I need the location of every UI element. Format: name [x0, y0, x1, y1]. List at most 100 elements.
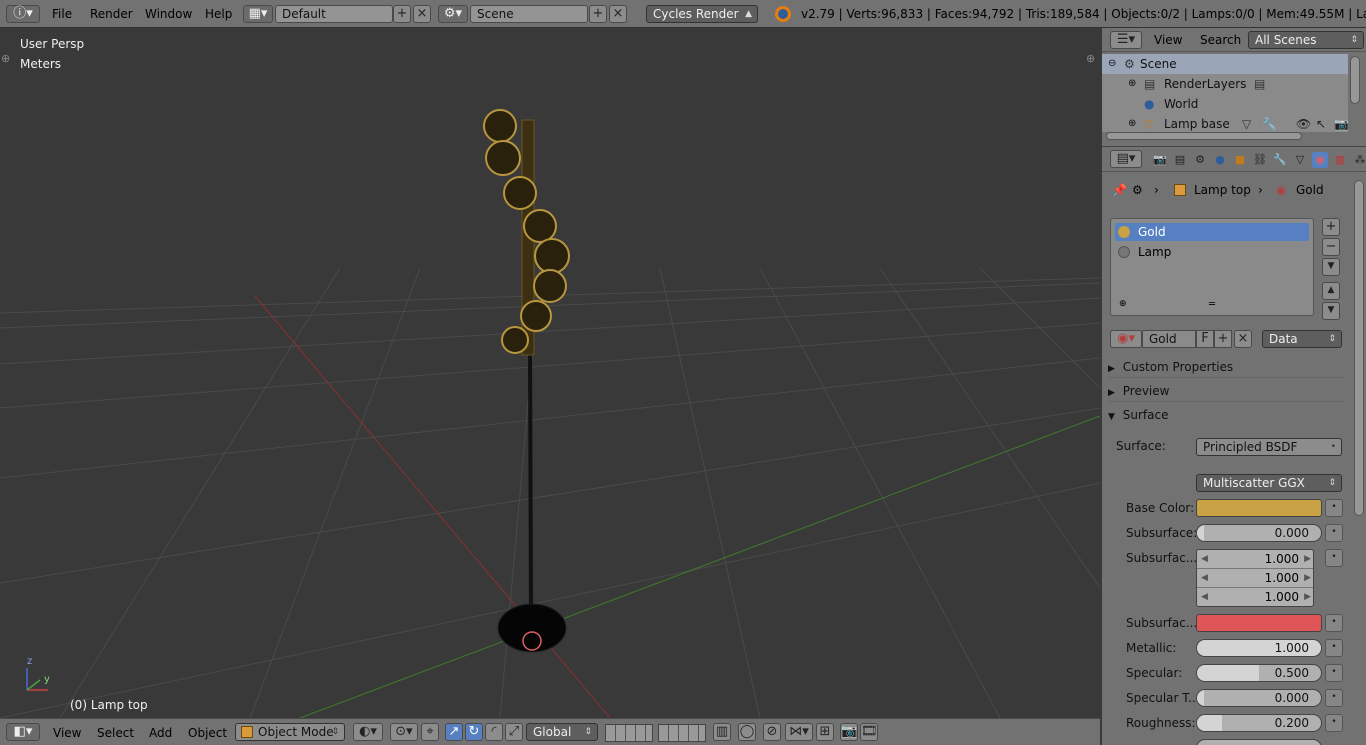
lamp-bulb[interactable]	[523, 209, 557, 243]
material-slot-list[interactable]: Gold Lamp ═ ⊕	[1110, 218, 1314, 316]
socket-link-icon[interactable]: •	[1325, 614, 1343, 632]
properties-editor-type-icon[interactable]: ▤▾	[1110, 150, 1142, 168]
screen-layout-icon[interactable]: ▦▾	[243, 5, 273, 23]
socket-link-icon[interactable]: •	[1325, 524, 1343, 542]
visibility-eye-icon[interactable]: 👁	[1296, 114, 1311, 132]
render-animation-icon[interactable]: 🎞	[860, 723, 878, 741]
metallic-slider[interactable]: 1.000	[1196, 639, 1322, 657]
collapse-icon[interactable]: ⊖	[1108, 54, 1116, 74]
list-filter-icon[interactable]: ⊕	[1119, 299, 1127, 309]
snap-toggle-icon[interactable]: ⊘	[763, 723, 781, 741]
menu-help[interactable]: Help	[205, 4, 232, 24]
socket-link-icon[interactable]: •	[1325, 549, 1343, 567]
outliner-hscrollbar[interactable]	[1106, 132, 1302, 140]
lamp-bulb[interactable]	[533, 269, 567, 303]
remove-scene-icon[interactable]: ×	[609, 5, 627, 23]
scene-tab-icon[interactable]: ⚙	[1192, 152, 1208, 168]
menu-file[interactable]: File	[52, 4, 72, 24]
outliner-item-world[interactable]: ● World	[1102, 94, 1348, 114]
distribution-dropdown[interactable]: Multiscatter GGX ⇕	[1196, 474, 1342, 492]
scene-name-field[interactable]: Scene	[470, 5, 588, 23]
render-image-icon[interactable]: 📷	[840, 723, 858, 741]
increment-arrow-icon[interactable]: ▶	[1304, 550, 1311, 568]
move-slot-up-icon[interactable]: ▲	[1322, 282, 1340, 300]
specular-tint-slider[interactable]: 0.000	[1196, 689, 1322, 707]
lamp-bulb[interactable]	[501, 326, 529, 354]
render-tab-icon[interactable]: 📷	[1152, 152, 1168, 168]
decrement-arrow-icon[interactable]: ◀	[1201, 569, 1208, 587]
outliner-item-lamp-base[interactable]: ⊕ ▽ Lamp base ▽ 🔧 👁 ↖ 📷	[1102, 114, 1348, 132]
base-color-swatch[interactable]	[1196, 499, 1322, 517]
socket-link-icon[interactable]: •	[1325, 499, 1343, 517]
move-slot-down-icon[interactable]: ▼	[1322, 302, 1340, 320]
increment-arrow-icon[interactable]: ▶	[1304, 569, 1311, 587]
subsurface-color-swatch[interactable]	[1196, 614, 1322, 632]
menu-render[interactable]: Render	[90, 4, 133, 24]
radius-field-z[interactable]: ◀ 1.000 ▶	[1197, 588, 1313, 607]
socket-link-icon[interactable]: •	[1325, 714, 1343, 732]
menu-object[interactable]: Object	[188, 723, 227, 743]
orientation-dropdown[interactable]: Global ⇕	[526, 723, 598, 741]
lamp-pole[interactable]	[528, 347, 533, 609]
next-slider-partial[interactable]	[1196, 739, 1322, 745]
pin-icon[interactable]: 📌	[1112, 180, 1127, 200]
increment-arrow-icon[interactable]: ▶	[1304, 588, 1311, 606]
radius-field-y[interactable]: ◀ 1.000 ▶	[1197, 569, 1313, 588]
lamp-bulb[interactable]	[534, 238, 570, 274]
layer-lock-icon[interactable]: ▥	[713, 723, 731, 741]
remove-slot-icon[interactable]: −	[1322, 238, 1340, 256]
browse-material-icon[interactable]: ◉▾	[1110, 330, 1142, 348]
decrement-arrow-icon[interactable]: ◀	[1201, 550, 1208, 568]
radius-field-x[interactable]: ◀ 1.000 ▶	[1197, 550, 1313, 569]
add-scene-icon[interactable]: +	[589, 5, 607, 23]
outliner-item-renderlayers[interactable]: ⊕ ▤ RenderLayers ▤	[1102, 74, 1348, 94]
outliner-item-scene[interactable]: ⊖ ⚙ Scene	[1102, 54, 1348, 74]
socket-link-icon[interactable]: •	[1325, 664, 1343, 682]
snap-element-icon[interactable]: ⋈▾	[785, 723, 813, 741]
layer-buttons-group-1[interactable]	[605, 724, 653, 742]
render-layers-tab-icon[interactable]: ▤	[1172, 152, 1188, 168]
surface-shader-dropdown[interactable]: Principled BSDF •	[1196, 438, 1342, 456]
preview-panel-header[interactable]: ▶ Preview	[1108, 380, 1344, 402]
socket-link-icon[interactable]: •	[1325, 639, 1343, 657]
outliner-tree[interactable]: ⊖ ⚙ Scene ⊕ ▤ RenderLayers ▤ ● World ⊕ ▽…	[1102, 54, 1348, 132]
3d-viewport[interactable]: User Persp Meters z y (0) Lamp top ⊕ ⊕	[0, 28, 1100, 718]
modifiers-tab-icon[interactable]: 🔧	[1272, 152, 1288, 168]
layout-name-field[interactable]: Default	[275, 5, 393, 23]
material-name-field[interactable]: Gold	[1142, 330, 1196, 348]
info-editor-type-icon[interactable]: ⓘ▾	[6, 5, 40, 23]
surface-panel-header[interactable]: ▼ Surface	[1108, 404, 1344, 426]
list-resize-grip-icon[interactable]: ═	[1209, 299, 1215, 310]
snap-target-icon[interactable]: ⊞	[816, 723, 834, 741]
unlink-material-icon[interactable]: ×	[1234, 330, 1252, 348]
add-layout-icon[interactable]: +	[393, 5, 411, 23]
lamp-base[interactable]	[497, 603, 567, 653]
outliner-editor-type-icon[interactable]: ☰▾	[1110, 31, 1142, 49]
renderability-camera-icon[interactable]: 📷	[1334, 114, 1348, 132]
layer-buttons-group-2[interactable]	[658, 724, 706, 742]
lamp-model[interactable]	[483, 109, 570, 653]
manipulator-toggle-icon[interactable]: ⌖	[421, 723, 439, 741]
add-slot-icon[interactable]: +	[1322, 218, 1340, 236]
expand-icon[interactable]: ⊕	[1128, 74, 1136, 94]
lamp-bulb[interactable]	[485, 140, 521, 176]
pivot-point-icon[interactable]: ⊙▾	[390, 723, 418, 741]
particles-tab-icon[interactable]: ⁂	[1352, 152, 1366, 168]
viewport-scene[interactable]	[0, 28, 1100, 718]
subsurface-slider[interactable]: 0.000	[1196, 524, 1322, 542]
outliner-menu-search[interactable]: Search	[1200, 30, 1241, 50]
data-tab-icon[interactable]: ▽	[1292, 152, 1308, 168]
new-material-icon[interactable]: +	[1214, 330, 1232, 348]
outliner-filter-dropdown[interactable]: All Scenes ⇕	[1248, 31, 1364, 49]
selectability-cursor-icon[interactable]: ↖	[1316, 114, 1326, 132]
object-tab-icon[interactable]: ■	[1232, 152, 1248, 168]
scale-manipulator-icon[interactable]: ◜	[485, 723, 503, 741]
material-slot-gold[interactable]: Gold	[1115, 223, 1309, 241]
scale-handle-icon[interactable]: ⤢	[505, 723, 523, 741]
link-mode-dropdown[interactable]: Data ⇕	[1262, 330, 1342, 348]
fake-user-button[interactable]: F	[1196, 330, 1214, 348]
render-engine-dropdown[interactable]: Cycles Render ▲	[646, 5, 758, 23]
lamp-bulb[interactable]	[520, 300, 552, 332]
specular-slider[interactable]: 0.500	[1196, 664, 1322, 682]
proportional-edit-icon[interactable]: ◯	[738, 723, 756, 741]
